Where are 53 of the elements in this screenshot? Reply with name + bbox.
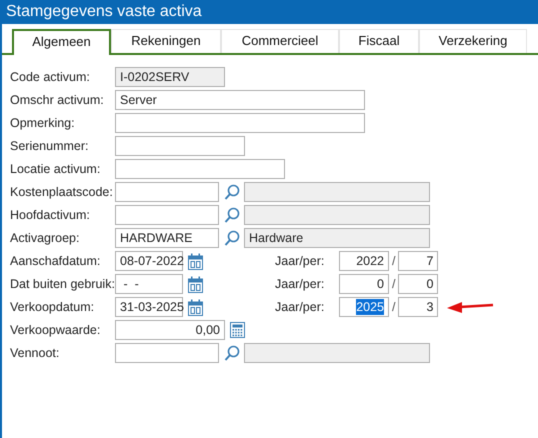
input-field[interactable]: HARDWARE: [115, 228, 219, 248]
search-icon[interactable]: [224, 230, 240, 246]
window-title: Stamgegevens vaste activa: [0, 0, 538, 24]
code-field: I-0202SERV: [115, 67, 225, 87]
calendar-icon[interactable]: [188, 252, 203, 270]
input-field[interactable]: [115, 113, 365, 133]
search-icon[interactable]: [224, 206, 240, 224]
date-field[interactable]: - -: [115, 274, 183, 294]
tab[interactable]: Algemeen: [12, 29, 111, 55]
tab[interactable]: Rekeningen: [111, 29, 221, 53]
tab[interactable]: Commercieel: [221, 29, 339, 53]
description-field: Hardware: [244, 228, 430, 248]
date-field[interactable]: 31-03-2025: [115, 297, 183, 317]
separator: /: [392, 254, 396, 268]
year-field[interactable]: 0: [339, 274, 389, 294]
search-icon[interactable]: [224, 344, 240, 362]
period-label: Jaar/per:: [275, 300, 326, 314]
input-field[interactable]: [115, 205, 219, 225]
field-label: Aanschafdatum:: [10, 254, 102, 268]
date-field[interactable]: 08-07-2022: [115, 251, 183, 271]
input-field[interactable]: [115, 159, 285, 179]
field-label: Verkoopdatum:: [10, 300, 96, 314]
field-label: Locatie activum:: [10, 162, 102, 176]
separator: /: [392, 300, 396, 314]
field-label: Verkoopwaarde:: [10, 323, 102, 337]
input-field[interactable]: [115, 182, 219, 202]
year-field[interactable]: 2022: [339, 251, 389, 271]
amount-field[interactable]: 0,00: [115, 320, 225, 340]
field-label: Kostenplaatscode:: [10, 185, 114, 199]
period-field[interactable]: 3: [398, 297, 438, 317]
input-field[interactable]: [115, 343, 219, 363]
period-label: Jaar/per:: [275, 277, 326, 291]
field-label: Hoofdactivum:: [10, 208, 91, 222]
field-label: Opmerking:: [10, 116, 76, 130]
year-field[interactable]: 2025: [339, 297, 389, 317]
separator: /: [392, 277, 396, 291]
input-field[interactable]: Server: [115, 90, 365, 110]
calendar-icon[interactable]: [188, 298, 203, 316]
search-icon[interactable]: [224, 184, 240, 200]
input-field[interactable]: [115, 136, 245, 156]
field-label: Omschr activum:: [10, 93, 105, 107]
field-label: Vennoot:: [10, 346, 60, 360]
tab[interactable]: Fiscaal: [339, 29, 419, 53]
calendar-icon[interactable]: [188, 276, 203, 292]
period-label: Jaar/per:: [275, 254, 326, 268]
field-label: Serienummer:: [10, 139, 90, 153]
period-field[interactable]: 7: [398, 251, 438, 271]
field-label: Dat buiten gebruik:: [10, 277, 115, 291]
field-label: Code activum:: [10, 70, 91, 84]
calculator-icon[interactable]: [230, 322, 245, 338]
field-label: Activagroep:: [10, 231, 80, 245]
tab[interactable]: Verzekering: [419, 29, 527, 53]
period-field[interactable]: 0: [398, 274, 438, 294]
